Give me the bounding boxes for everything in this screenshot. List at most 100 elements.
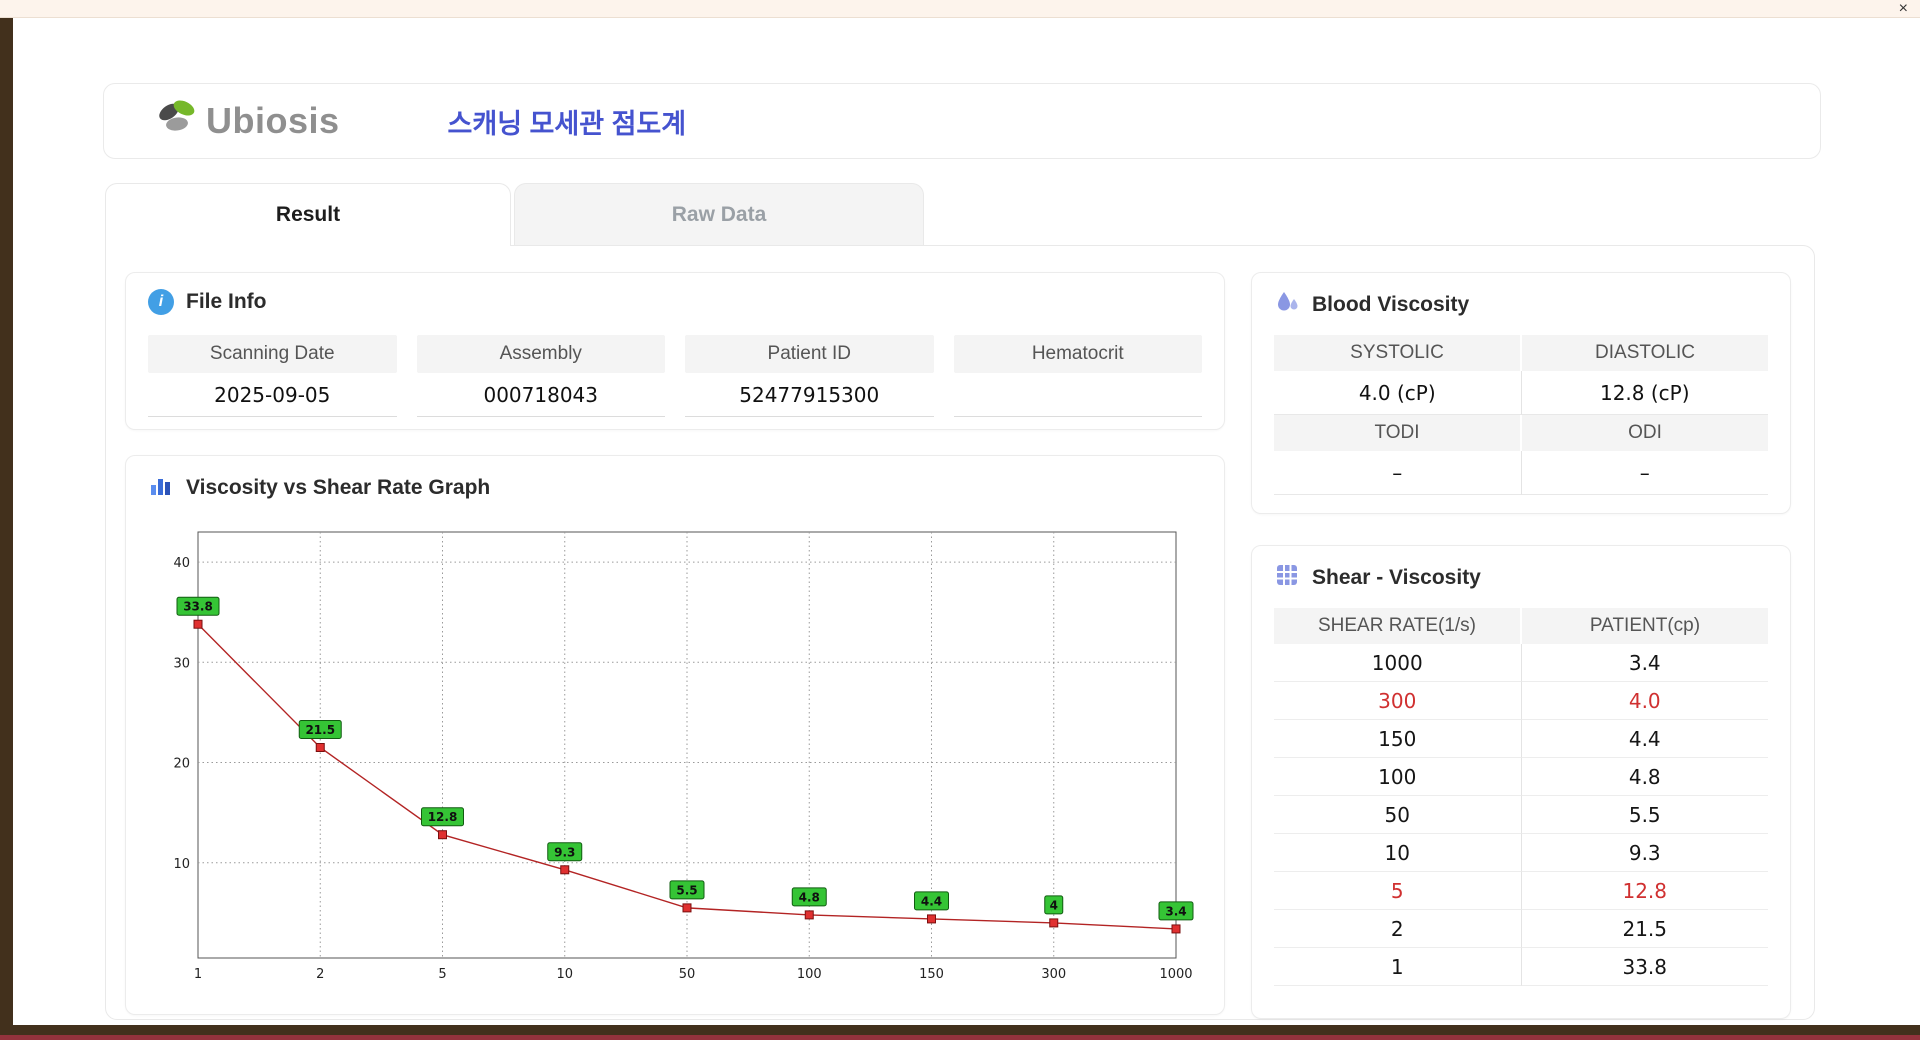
field-label: Patient ID xyxy=(685,335,934,373)
todi-value: – xyxy=(1274,451,1522,495)
shear-viscosity-title: Shear - Viscosity xyxy=(1312,566,1481,589)
droplet-icon xyxy=(1274,289,1300,321)
svg-text:4.4: 4.4 xyxy=(921,894,942,908)
shear-rate-cell: 300 xyxy=(1274,682,1522,720)
bv-value-row: 4.0 (cP) 12.8 (cP) xyxy=(1274,371,1768,415)
patient-cell: 21.5 xyxy=(1521,910,1768,948)
page-title: 스캐닝 모세관 점도계 xyxy=(447,108,687,139)
svg-text:10: 10 xyxy=(173,857,190,872)
svg-text:33.8: 33.8 xyxy=(183,600,213,614)
blood-viscosity-title: Blood Viscosity xyxy=(1312,293,1470,316)
shear-rate-cell: 50 xyxy=(1274,796,1522,834)
svg-text:150: 150 xyxy=(919,967,944,982)
file-info-card: i File Info Scanning Date 2025-09-05 Ass… xyxy=(125,272,1225,430)
shear-rate-cell: 150 xyxy=(1274,720,1522,758)
svg-text:40: 40 xyxy=(173,556,190,571)
svg-text:1000: 1000 xyxy=(1159,967,1192,982)
patient-column-header: PATIENT(cp) xyxy=(1522,608,1768,644)
odi-value: – xyxy=(1521,451,1768,495)
viscosity-chart: 10 20 30 40 1 2 5 10 50 100 150 300 1000 33.8 21.5 12.8… xyxy=(173,531,1194,982)
field-label: Hematocrit xyxy=(953,335,1202,373)
shear-viscosity-card: Shear - Viscosity SHEAR RATE(1/s) PATIEN… xyxy=(1251,545,1791,1019)
graph-title: Viscosity vs Shear Rate Graph xyxy=(186,476,491,499)
svg-text:1: 1 xyxy=(194,967,202,982)
bar-chart-icon xyxy=(148,472,174,504)
table-row: 1 33.8 xyxy=(1274,948,1768,986)
svg-text:300: 300 xyxy=(1041,967,1066,982)
graph-card: Viscosity vs Shear Rate Graph 10 20 30 40 1 2… xyxy=(125,455,1225,1015)
svg-text:5: 5 xyxy=(438,967,446,982)
field-scanning-date: Scanning Date 2025-09-05 xyxy=(148,335,397,417)
diastolic-value: 12.8 (cP) xyxy=(1521,371,1768,415)
field-value: 52477915300 xyxy=(685,373,934,417)
shear-rate-cell: 1000 xyxy=(1274,644,1522,682)
patient-cell: 4.4 xyxy=(1521,720,1768,758)
todi-header: TODI xyxy=(1274,415,1520,451)
shear-rate-cell: 1 xyxy=(1274,948,1522,986)
window-edge-accent xyxy=(0,1035,1920,1040)
svg-text:10: 10 xyxy=(556,967,573,982)
table-row: 5 12.8 xyxy=(1274,872,1768,910)
file-info-title: File Info xyxy=(186,290,267,313)
tab-raw-data[interactable]: Raw Data xyxy=(514,183,924,245)
patient-cell: 4.8 xyxy=(1521,758,1768,796)
ubiosis-logo: Ubiosis xyxy=(154,97,340,146)
svg-text:9.3: 9.3 xyxy=(554,845,575,859)
table-row: 50 5.5 xyxy=(1274,796,1768,834)
field-assembly: Assembly 000718043 xyxy=(416,335,665,417)
blood-viscosity-grid: SYSTOLIC DIASTOLIC 4.0 (cP) 12.8 (cP) TO… xyxy=(1274,335,1768,495)
app-window: × Ubiosis 스캐닝 모세관 점도계 Result Raw Data i … xyxy=(0,0,1920,1040)
table-row: 300 4.0 xyxy=(1274,682,1768,720)
svg-text:20: 20 xyxy=(173,757,190,772)
systolic-header: SYSTOLIC xyxy=(1274,335,1520,371)
file-info-fields: Scanning Date 2025-09-05 Assembly 000718… xyxy=(148,335,1202,417)
patient-cell: 12.8 xyxy=(1521,872,1768,910)
field-hematocrit: Hematocrit xyxy=(953,335,1202,417)
svg-text:12.8: 12.8 xyxy=(428,810,458,824)
svg-text:5.5: 5.5 xyxy=(676,883,697,897)
bv-value-row: – – xyxy=(1274,451,1768,495)
table-row: 100 4.8 xyxy=(1274,758,1768,796)
chart-box: 10 20 30 40 1 2 5 10 50 100 150 300 1000 33.8 21.5 12.8… xyxy=(152,514,1196,997)
field-value xyxy=(953,373,1202,417)
blood-viscosity-card: Blood Viscosity SYSTOLIC DIASTOLIC 4.0 (… xyxy=(1251,272,1791,514)
svg-text:100: 100 xyxy=(797,967,822,982)
field-label: Assembly xyxy=(416,335,665,373)
svg-text:4: 4 xyxy=(1050,898,1058,912)
sv-header-row: SHEAR RATE(1/s) PATIENT(cp) xyxy=(1274,608,1768,644)
patient-cell: 33.8 xyxy=(1521,948,1768,986)
sv-table-body: 1000 3.4 300 4.0 150 4.4 100 4.8 50 5.5 10 9.3 5 12.8… xyxy=(1274,644,1768,986)
svg-text:3.4: 3.4 xyxy=(1165,904,1186,918)
shear-rate-cell: 10 xyxy=(1274,834,1522,872)
patient-cell: 4.0 xyxy=(1521,682,1768,720)
table-row: 2 21.5 xyxy=(1274,910,1768,948)
table-row: 1000 3.4 xyxy=(1274,644,1768,682)
shear-rate-cell: 2 xyxy=(1274,910,1522,948)
info-icon: i xyxy=(148,289,174,315)
shear-rate-cell: 100 xyxy=(1274,758,1522,796)
shear-viscosity-title-row: Shear - Viscosity xyxy=(1252,546,1790,604)
bv-header-row: SYSTOLIC DIASTOLIC xyxy=(1274,335,1768,371)
table-row: 150 4.4 xyxy=(1274,720,1768,758)
graph-title-row: Viscosity vs Shear Rate Graph xyxy=(126,456,1224,514)
svg-text:2: 2 xyxy=(316,967,324,982)
field-value: 000718043 xyxy=(416,373,665,417)
close-icon[interactable]: × xyxy=(1899,0,1908,18)
leaf-logo-icon xyxy=(154,97,200,146)
bv-header-row: TODI ODI xyxy=(1274,415,1768,451)
field-patient-id: Patient ID 52477915300 xyxy=(685,335,934,417)
table-row: 10 9.3 xyxy=(1274,834,1768,872)
header-card: Ubiosis 스캐닝 모세관 점도계 xyxy=(103,83,1821,159)
window-edge-bottom xyxy=(0,1025,1920,1040)
window-edge-left xyxy=(0,18,13,1040)
patient-cell: 9.3 xyxy=(1521,834,1768,872)
blood-viscosity-title-row: Blood Viscosity xyxy=(1252,273,1790,331)
brand-name: Ubiosis xyxy=(206,100,340,141)
systolic-value: 4.0 (cP) xyxy=(1274,371,1522,415)
svg-text:50: 50 xyxy=(679,967,696,982)
shear-viscosity-table: SHEAR RATE(1/s) PATIENT(cp) 1000 3.4 300 4.… xyxy=(1274,608,1768,986)
tab-result[interactable]: Result xyxy=(105,183,511,246)
file-info-title-row: i File Info xyxy=(126,273,1224,325)
patient-cell: 5.5 xyxy=(1521,796,1768,834)
field-label: Scanning Date xyxy=(148,335,397,373)
